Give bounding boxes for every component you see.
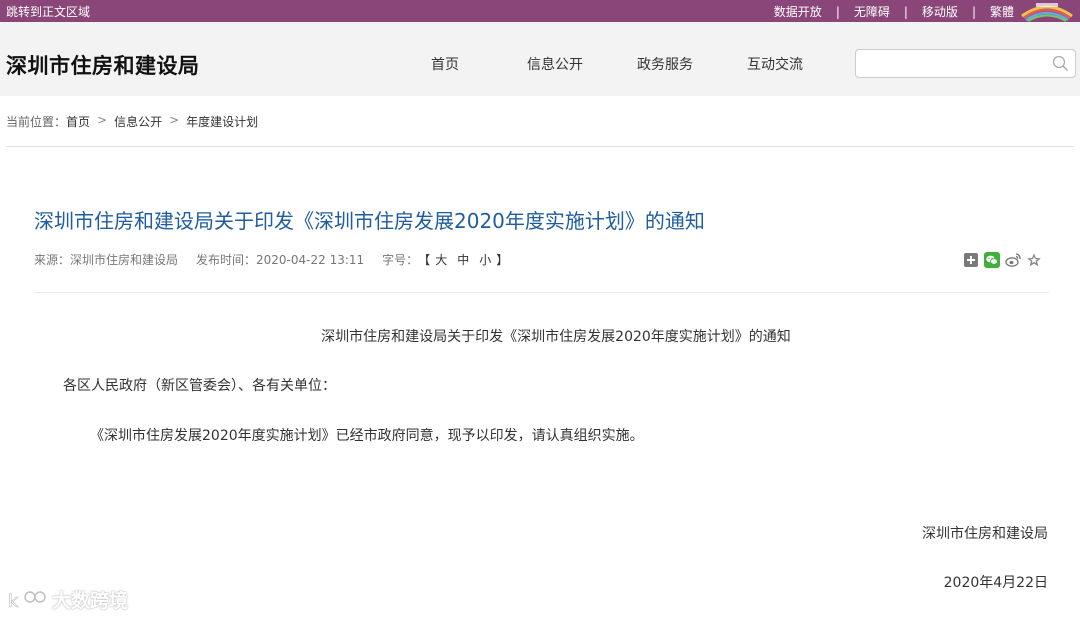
city-logo-icon[interactable] (1018, 0, 1076, 22)
article-source: 来源：深圳市住房和建设局 (34, 253, 179, 267)
search-icon[interactable] (1052, 55, 1069, 72)
wechat-icon[interactable] (984, 252, 1000, 268)
site-header: 深圳市住房和建设局 首页 信息公开 政务服务 互动交流 (0, 22, 1080, 96)
nav-home[interactable]: 首页 (390, 54, 500, 74)
separator: | (971, 4, 976, 19)
weibo-icon[interactable] (1005, 252, 1021, 268)
font-size-medium-button[interactable]: 中 (457, 251, 469, 268)
article-publish-time: 发布时间：2020-04-22 13:11 (196, 253, 365, 267)
breadcrumb-annual-plan[interactable]: 年度建设计划 (186, 113, 258, 130)
site-title[interactable]: 深圳市住房和建设局 (6, 50, 200, 80)
nav-info-disclosure[interactable]: 信息公开 (500, 54, 610, 74)
font-size-large-button[interactable]: 大 (435, 251, 447, 268)
accessibility-link[interactable]: 无障碍 (854, 3, 890, 20)
plus-share-icon[interactable] (963, 252, 979, 268)
breadcrumb-info-disclosure[interactable]: 信息公开 (114, 113, 162, 130)
separator: | (903, 4, 908, 19)
breadcrumb-prefix: 当前位置： (6, 115, 67, 129)
watermark-text: 大数跨境 (52, 590, 129, 612)
traditional-chinese-link[interactable]: 繁體 (990, 3, 1014, 20)
svg-text:k: k (8, 591, 19, 612)
breadcrumb-home[interactable]: 首页 (66, 113, 90, 130)
divider (6, 146, 1074, 147)
body-paragraph: 《深圳市住房发展2020年度实施计划》已经市政府同意，现予以印发，请认真组织实施… (90, 428, 644, 444)
top-utility-bar: 跳转到正文区域 数据开放 | 无障碍 | 移动版 | 繁體 (0, 0, 1080, 22)
separator: | (835, 4, 840, 19)
breadcrumb-arrow: > (97, 113, 108, 127)
font-size-small-button[interactable]: 小 (479, 251, 491, 268)
skip-to-content-link[interactable]: 跳转到正文区域 (6, 3, 90, 20)
breadcrumb-arrow: > (169, 113, 180, 127)
breadcrumb: 当前位置： 首页 > 信息公开 > 年度建设计划 (6, 113, 258, 130)
body-title: 深圳市住房和建设局关于印发《深圳市住房发展2020年度实施计划》的通知 (321, 329, 791, 345)
mobile-version-link[interactable]: 移动版 (922, 3, 958, 20)
font-size-bracket-close: 】 (496, 253, 509, 267)
main-nav: 首页 信息公开 政务服务 互动交流 (390, 54, 830, 74)
article-meta: 来源：深圳市住房和建设局 发布时间：2020-04-22 13:11 字号： 【… (34, 251, 508, 268)
article-title: 深圳市住房和建设局关于印发《深圳市住房发展2020年度实施计划》的通知 (34, 209, 705, 233)
watermark: k 大数跨境 (8, 586, 128, 613)
document-date: 2020年4月22日 (943, 575, 1048, 591)
nav-interaction[interactable]: 互动交流 (720, 54, 830, 74)
search-input[interactable] (862, 50, 1052, 77)
open-data-link[interactable]: 数据开放 (774, 3, 822, 20)
watermark-logo-icon: k (8, 590, 46, 612)
salutation: 各区人民政府（新区管委会）、各有关单位： (63, 378, 336, 394)
nav-government-services[interactable]: 政务服务 (610, 54, 720, 74)
share-icons (963, 252, 1042, 268)
font-size-label: 字号： (382, 253, 419, 267)
signature: 深圳市住房和建设局 (922, 526, 1048, 542)
search-box (855, 49, 1076, 78)
star-icon[interactable] (1026, 252, 1042, 268)
utility-links: 数据开放 | 无障碍 | 移动版 | 繁體 (774, 3, 1014, 20)
divider (34, 292, 1049, 293)
font-size-bracket-open: 【 (418, 253, 431, 267)
